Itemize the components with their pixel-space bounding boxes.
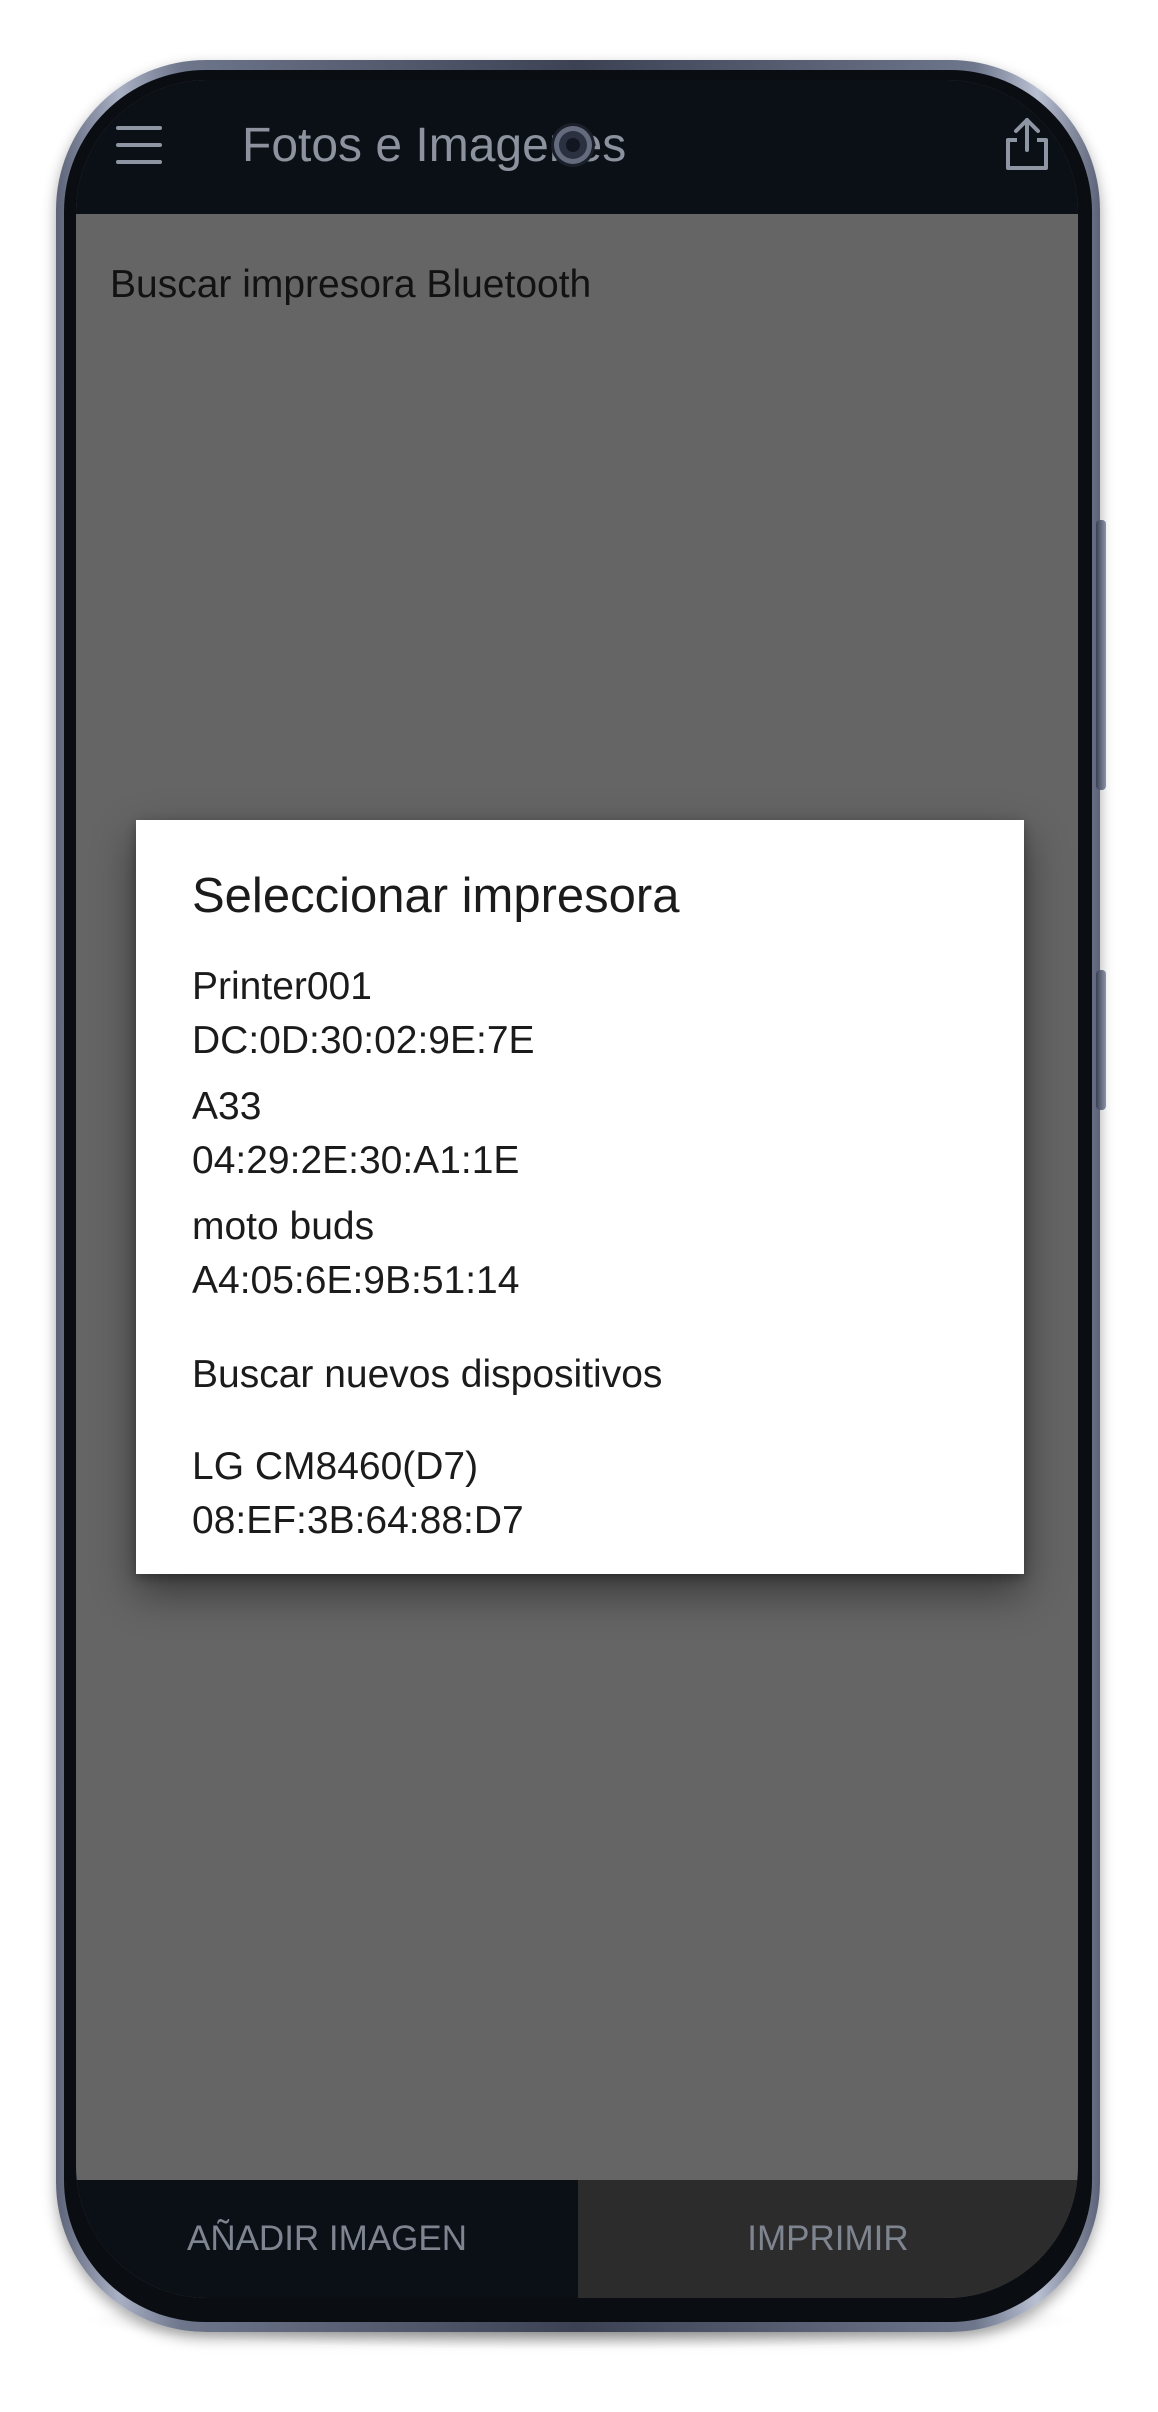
add-image-button[interactable]: AÑADIR IMAGEN xyxy=(76,2180,578,2298)
device-address: 04:29:2E:30:A1:1E xyxy=(192,1139,520,1182)
select-printer-dialog: Seleccionar impresora Printer001 DC:0D:3… xyxy=(136,820,1024,1574)
front-camera-cutout xyxy=(554,126,592,164)
device-item-moto-buds[interactable]: moto buds A4:05:6E:9B:51:14 xyxy=(192,1200,972,1308)
device-address: 08:EF:3B:64:88:D7 xyxy=(192,1499,524,1542)
device-item-lg-cm8460[interactable]: LG CM8460(D7) 08:EF:3B:64:88:D7 xyxy=(192,1440,972,1548)
device-name: Printer001 xyxy=(192,965,372,1008)
phone-screen: Fotos e Imagenes Buscar impresora Blueto… xyxy=(76,80,1078,2298)
volume-button xyxy=(1096,520,1106,790)
device-name: A33 xyxy=(192,1085,262,1128)
share-icon[interactable] xyxy=(1002,116,1052,172)
print-button[interactable]: IMPRIMIR xyxy=(578,2180,1078,2298)
hamburger-menu-icon[interactable] xyxy=(116,126,162,166)
device-name: LG CM8460(D7) xyxy=(192,1445,479,1488)
device-address: A4:05:6E:9B:51:14 xyxy=(192,1259,520,1302)
device-name: moto buds xyxy=(192,1205,375,1248)
dialog-title: Seleccionar impresora xyxy=(192,869,680,923)
power-button xyxy=(1096,970,1106,1110)
device-mockup-stage: Fotos e Imagenes Buscar impresora Blueto… xyxy=(0,0,1158,2412)
search-bluetooth-printer-button[interactable]: Buscar impresora Bluetooth xyxy=(110,260,591,310)
device-item-printer001[interactable]: Printer001 DC:0D:30:02:9E:7E xyxy=(192,960,972,1068)
device-address: DC:0D:30:02:9E:7E xyxy=(192,1019,535,1062)
bottom-action-bar: AÑADIR IMAGEN IMPRIMIR xyxy=(76,2180,1078,2298)
device-item-a33[interactable]: A33 04:29:2E:30:A1:1E xyxy=(192,1080,972,1188)
scan-new-devices-button[interactable]: Buscar nuevos dispositivos xyxy=(192,1348,662,1402)
